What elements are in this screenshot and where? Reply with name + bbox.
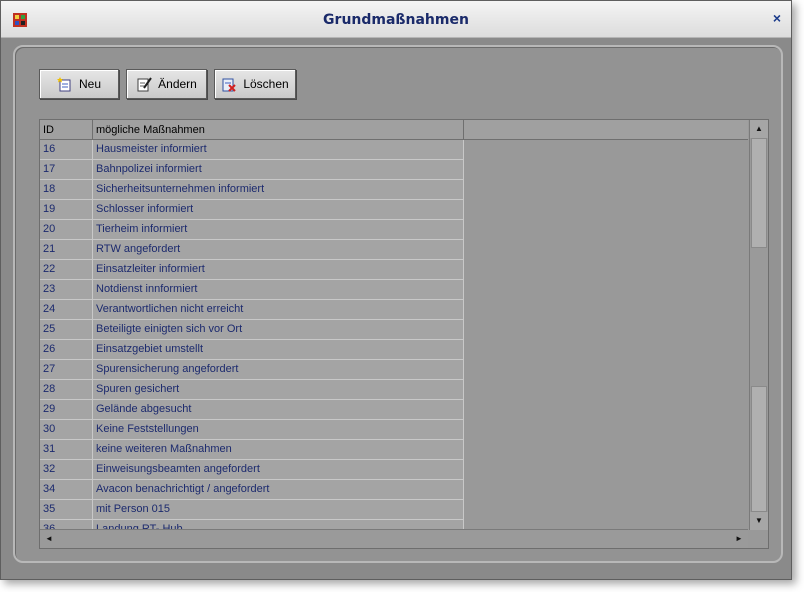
edit-button[interactable]: Ändern <box>126 69 207 99</box>
cell-measure: Beteiligte einigten sich vor Ort <box>93 320 464 340</box>
scroll-track-lower[interactable] <box>751 386 767 512</box>
edit-document-icon <box>137 77 152 92</box>
cell-measure: Bahnpolizei informiert <box>93 160 464 180</box>
delete-button-label: Löschen <box>243 77 289 91</box>
cell-measure: Spurensicherung angefordert <box>93 360 464 380</box>
table-row[interactable]: 25 Beteiligte einigten sich vor Ort <box>40 320 464 340</box>
table-row[interactable]: 24 Verantwortlichen nicht erreicht <box>40 300 464 320</box>
cell-id: 16 <box>40 140 93 160</box>
new-document-icon <box>56 77 71 92</box>
cell-id: 30 <box>40 420 93 440</box>
table-row[interactable]: 17 Bahnpolizei informiert <box>40 160 464 180</box>
new-button-label: Neu <box>78 77 101 91</box>
cell-id: 34 <box>40 480 93 500</box>
cell-id: 18 <box>40 180 93 200</box>
cell-measure: Hausmeister informiert <box>93 140 464 160</box>
scroll-down-button[interactable]: ▼ <box>750 512 768 530</box>
cell-measure: Tierheim informiert <box>93 220 464 240</box>
column-header-measures[interactable]: mögliche Maßnahmen <box>93 120 464 140</box>
cell-id: 35 <box>40 500 93 520</box>
cell-id: 22 <box>40 260 93 280</box>
table-row[interactable]: 16 Hausmeister informiert <box>40 140 464 160</box>
cell-id: 23 <box>40 280 93 300</box>
table-row[interactable]: 26 Einsatzgebiet umstellt <box>40 340 464 360</box>
table-row[interactable]: 32 Einweisungsbeamten angefordert <box>40 460 464 480</box>
column-header-empty <box>464 120 748 140</box>
scroll-thumb[interactable] <box>751 138 767 248</box>
cell-id: 29 <box>40 400 93 420</box>
cell-id: 24 <box>40 300 93 320</box>
measures-grid: ID mögliche Maßnahmen 16 Hausmeister info… <box>39 119 769 549</box>
table-row[interactable]: 31 keine weiteren Maßnahmen <box>40 440 464 460</box>
scroll-right-button[interactable]: ► <box>730 530 748 548</box>
table-row[interactable]: 22 Einsatzleiter informiert <box>40 260 464 280</box>
delete-document-icon <box>222 78 237 92</box>
cell-id: 27 <box>40 360 93 380</box>
cell-measure: Sicherheitsunternehmen informiert <box>93 180 464 200</box>
table-row[interactable]: 18 Sicherheitsunternehmen informiert <box>40 180 464 200</box>
edit-button-label: Ändern <box>158 77 197 91</box>
table-row[interactable]: 20 Tierheim informiert <box>40 220 464 240</box>
table-row[interactable]: 29 Gelände abgesucht <box>40 400 464 420</box>
new-button[interactable]: Neu <box>39 69 119 99</box>
vertical-scrollbar[interactable]: ▲ ▼ <box>749 120 768 530</box>
cell-measure: Schlosser informiert <box>93 200 464 220</box>
cell-measure: Spuren gesichert <box>93 380 464 400</box>
cell-measure: mit Person 015 <box>93 500 464 520</box>
table-row[interactable]: 19 Schlosser informiert <box>40 200 464 220</box>
table-row[interactable]: 30 Keine Feststellungen <box>40 420 464 440</box>
cell-measure: keine weiteren Maßnahmen <box>93 440 464 460</box>
cell-measure: Notdienst innformiert <box>93 280 464 300</box>
table-row[interactable]: 34 Avacon benachrichtigt / angefordert <box>40 480 464 500</box>
cell-id: 17 <box>40 160 93 180</box>
cell-measure: RTW angefordert <box>93 240 464 260</box>
cell-measure: Einweisungsbeamten angefordert <box>93 460 464 480</box>
cell-id: 31 <box>40 440 93 460</box>
cell-id: 32 <box>40 460 93 480</box>
horizontal-scrollbar[interactable]: ◄ ► <box>40 529 748 548</box>
table-row[interactable]: 21 RTW angefordert <box>40 240 464 260</box>
cell-id: 25 <box>40 320 93 340</box>
content-panel: Neu Ändern Löschen ID mögliche Maßnahmen… <box>13 45 783 563</box>
cell-measure: Verantwortlichen nicht erreicht <box>93 300 464 320</box>
table-row[interactable]: 23 Notdienst innformiert <box>40 280 464 300</box>
grid-header: ID mögliche Maßnahmen <box>40 120 748 140</box>
window-title: Grundmaßnahmen <box>323 12 469 28</box>
table-row[interactable]: 27 Spurensicherung angefordert <box>40 360 464 380</box>
cell-measure: Einsatzgebiet umstellt <box>93 340 464 360</box>
column-header-id[interactable]: ID <box>40 120 93 140</box>
cell-measure: Keine Feststellungen <box>93 420 464 440</box>
cell-measure: Gelände abgesucht <box>93 400 464 420</box>
cell-id: 20 <box>40 220 93 240</box>
cell-id: 28 <box>40 380 93 400</box>
table-row[interactable]: 28 Spuren gesichert <box>40 380 464 400</box>
cell-id: 19 <box>40 200 93 220</box>
cell-measure: Avacon benachrichtigt / angefordert <box>93 480 464 500</box>
title-bar[interactable]: Grundmaßnahmen × <box>1 1 791 38</box>
delete-button[interactable]: Löschen <box>214 69 296 99</box>
cell-id: 26 <box>40 340 93 360</box>
scroll-up-button[interactable]: ▲ <box>750 120 768 138</box>
cell-id: 21 <box>40 240 93 260</box>
scroll-left-button[interactable]: ◄ <box>40 530 58 548</box>
dialog-window: Grundmaßnahmen × Neu Ändern Löschen ID m… <box>0 0 792 580</box>
close-button[interactable]: × <box>773 10 781 26</box>
grid-rows: 16 Hausmeister informiert 17 Bahnpolizei in… <box>40 140 748 530</box>
table-row[interactable]: 35 mit Person 015 <box>40 500 464 520</box>
cell-measure: Einsatzleiter informiert <box>93 260 464 280</box>
